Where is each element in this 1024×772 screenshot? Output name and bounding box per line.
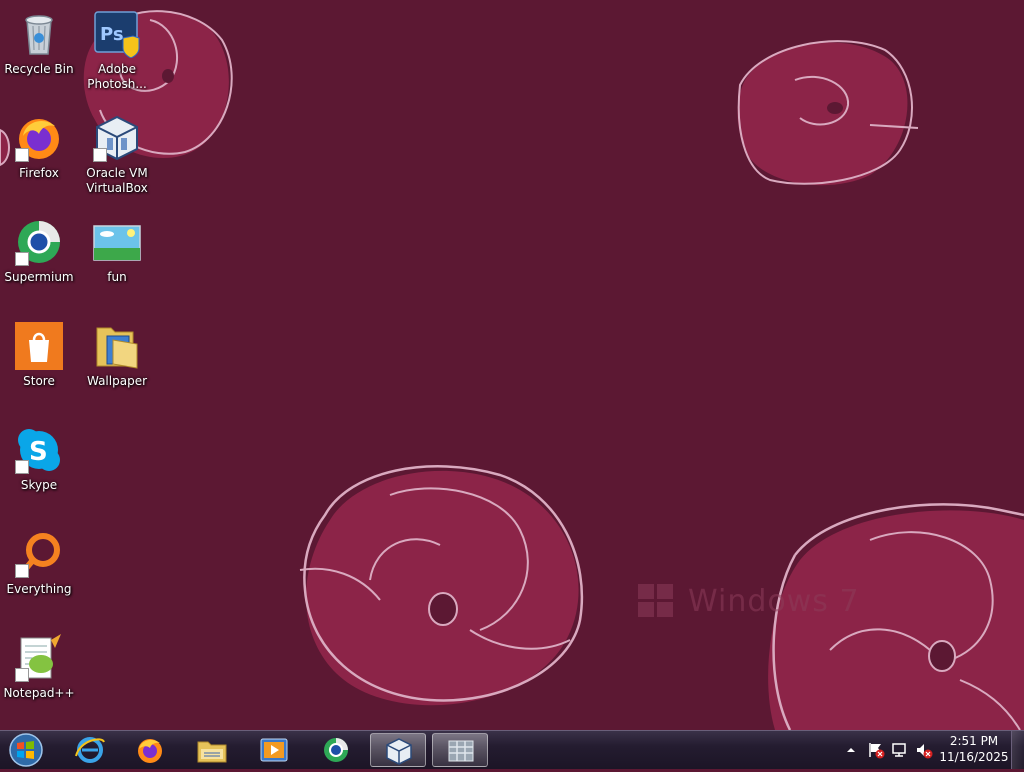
shortcut-arrow-icon: [15, 460, 29, 474]
taskbar-supermium[interactable]: [308, 733, 364, 767]
taskbar-firefox[interactable]: [122, 733, 178, 767]
desktop-icon-everything[interactable]: Everything: [0, 524, 78, 624]
show-hidden-icons-chevron[interactable]: [846, 745, 856, 755]
desktop-icon-store[interactable]: Store: [0, 316, 78, 416]
desktop-icon-label: Wallpaper: [86, 374, 148, 388]
taskbar-virtualbox[interactable]: [370, 733, 426, 767]
desktop-icon-firefox[interactable]: Firefox: [0, 108, 78, 208]
volume-muted-icon[interactable]: [915, 741, 933, 759]
virtualbox-icon: [386, 738, 412, 765]
internet-explorer-icon: [75, 737, 105, 763]
desktop-icon-wallpaper[interactable]: Wallpaper: [78, 316, 156, 416]
desktop-icon-recycle-bin[interactable]: Recycle Bin: [0, 4, 78, 104]
taskbar-file-explorer[interactable]: [184, 733, 240, 767]
clock-date: 11/16/2025: [939, 750, 1009, 764]
shortcut-arrow-icon: [93, 148, 107, 162]
desktop-icon-skype[interactable]: S Skype: [0, 420, 78, 520]
desktop[interactable]: Windows 7 Recycle Bin Ps Adobe Photosh..…: [0, 0, 1024, 730]
shortcut-arrow-icon: [15, 148, 29, 162]
start-orb-icon: [9, 733, 43, 767]
taskbar-clock[interactable]: 2:51 PM 11/16/2025: [938, 733, 1010, 767]
watermark-text: Windows 7: [688, 584, 860, 619]
image-file-icon: [93, 225, 141, 261]
taskbar: 2:51 PM 11/16/2025: [0, 730, 1024, 769]
folder-icon: [96, 327, 138, 369]
taskbar-media-player[interactable]: [246, 733, 302, 767]
show-desktop-button[interactable]: [1011, 731, 1024, 769]
photoshop-icon: Ps: [94, 11, 140, 58]
desktop-icon-label: Notepad++: [3, 686, 75, 700]
shortcut-arrow-icon: [15, 252, 29, 266]
desktop-icon-label: Adobe Photosh...: [87, 62, 147, 91]
action-center-flag-icon[interactable]: [867, 741, 885, 759]
flower-top-right: [737, 40, 919, 186]
desktop-icon-photoshop[interactable]: Ps Adobe Photosh...: [78, 4, 156, 104]
svg-text:Ps: Ps: [100, 24, 124, 45]
desktop-icon-label: fun: [107, 270, 127, 284]
desktop-icon-label: Skype: [20, 478, 58, 492]
recycle-bin-icon: [25, 15, 53, 55]
system-tray: [840, 731, 936, 769]
shortcut-arrow-icon: [15, 564, 29, 578]
desktop-icon-label: Supermium: [4, 270, 74, 284]
desktop-icon-label: Store: [23, 374, 55, 388]
desktop-icon-supermium[interactable]: Supermium: [0, 212, 78, 312]
desktop-icon-label: Firefox: [19, 166, 59, 180]
clock-time: 2:51 PM: [949, 734, 999, 748]
media-player-icon: [260, 738, 288, 762]
flower-bottom-center: [299, 465, 584, 706]
windows-watermark: Windows 7: [636, 578, 886, 628]
supermium-icon: [324, 738, 348, 762]
store-icon: [15, 322, 63, 370]
shortcut-arrow-icon: [15, 668, 29, 682]
file-explorer-icon: [197, 741, 227, 763]
windows-logo-icon: [638, 584, 673, 617]
desktop-icon-label: Everything: [6, 582, 72, 596]
network-icon[interactable]: [891, 741, 909, 759]
taskbar-app-window[interactable]: [432, 733, 488, 767]
app-window-icon: [448, 740, 474, 762]
firefox-icon: [138, 739, 162, 763]
svg-text:S: S: [29, 437, 48, 467]
desktop-icon-virtualbox[interactable]: Oracle VM VirtualBox: [78, 108, 156, 208]
desktop-icon-fun[interactable]: fun: [78, 212, 156, 312]
desktop-icon-label: Oracle VM VirtualBox: [86, 166, 148, 195]
desktop-icon-label: Recycle Bin: [4, 62, 74, 76]
desktop-icon-notepadpp[interactable]: Notepad++: [0, 628, 78, 728]
taskbar-internet-explorer[interactable]: [62, 733, 118, 767]
start-button[interactable]: [4, 732, 48, 768]
